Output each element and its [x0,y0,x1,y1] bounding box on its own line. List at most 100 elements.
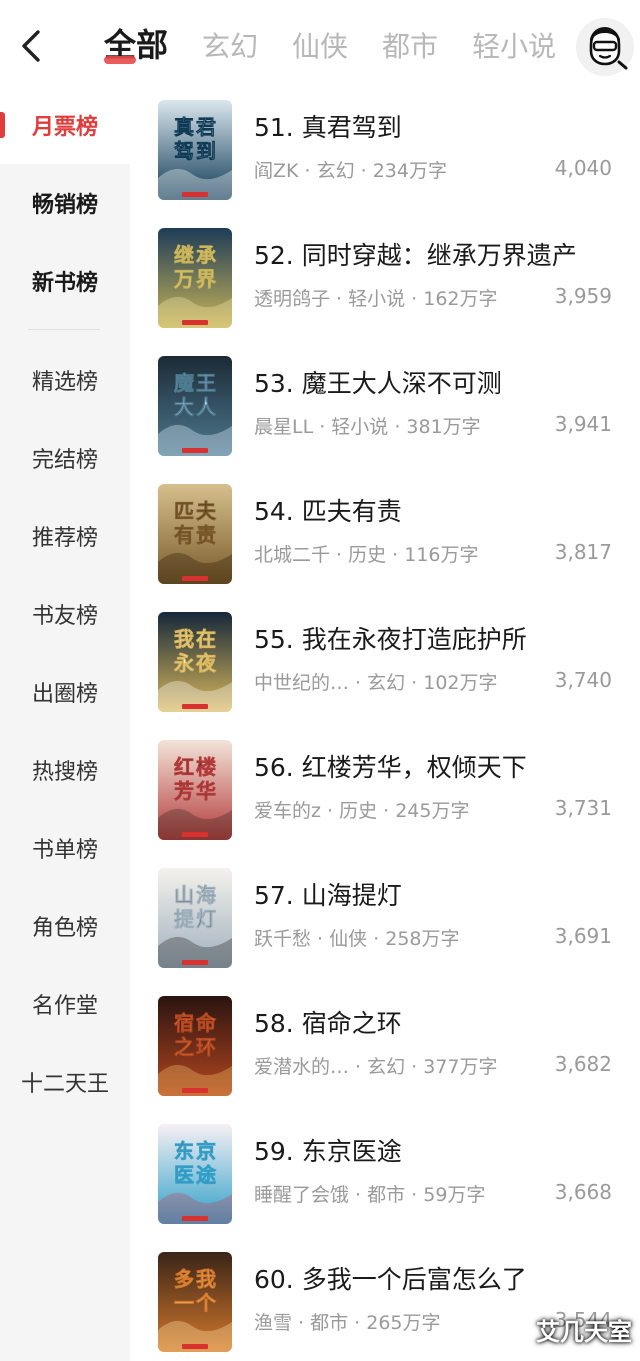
svg-text:命: 命 [196,1011,217,1035]
sidebar-item-label: 精选榜 [31,370,98,395]
svg-text:继: 继 [174,243,194,267]
svg-text:楼: 楼 [196,755,216,779]
tab-qingxiaoshuo[interactable]: 轻小说 [472,24,556,70]
watermark-text: 艾几天室 [536,1318,632,1346]
book-title: 59. 东京医途 [254,1137,402,1166]
svg-text:山: 山 [174,883,194,907]
book-cover[interactable]: 继承万界 [158,228,232,328]
sidebar-item-booklist[interactable]: 书单榜 [0,809,130,887]
book-cover[interactable]: 魔王大人 [158,356,232,456]
svg-text:个: 个 [195,1291,217,1315]
ticket-count: 3,817 [554,540,612,564]
svg-text:真: 真 [174,115,194,139]
tab-all[interactable]: 全部 [104,22,168,68]
book-cover[interactable]: 山海提灯 [158,868,232,968]
svg-text:之: 之 [174,1035,194,1059]
sidebar-item-breakout[interactable]: 出圈榜 [0,653,130,731]
svg-text:到: 到 [196,139,216,163]
svg-text:海: 海 [196,883,216,907]
sidebar-item-label: 十二天王 [20,1072,109,1097]
sidebar-item-completed[interactable]: 完结榜 [0,419,130,497]
sidebar-item-hot-search[interactable]: 热搜榜 [0,731,130,809]
svg-text:驾: 驾 [174,139,194,163]
list-item[interactable]: 我在永夜 55. 我在永夜打造庇护所 中世纪的… · 玄幻 · 102万字 3,… [130,598,640,726]
svg-text:医: 医 [174,1163,194,1187]
book-meta: 阎ZK · 玄幻 · 234万字 [254,160,447,182]
back-button[interactable] [14,24,50,68]
svg-text:魔: 魔 [174,371,194,395]
svg-text:华: 华 [196,779,216,803]
book-title: 52. 同时穿越：继承万界遗产 [254,241,577,270]
top-nav-bar: 全部 玄幻 仙侠 都市 轻小说 [0,0,640,92]
ranking-sidebar: 月票榜 畅销榜 新书榜 精选榜 完结榜 推荐榜 书友榜 出圈榜 热搜榜 书单榜 … [0,86,130,1361]
svg-text:君: 君 [196,115,216,139]
list-item[interactable]: 真君驾到 51. 真君驾到 阎ZK · 玄幻 · 234万字 4,040 [130,86,640,214]
book-cover[interactable]: 多我一个 [158,1252,232,1352]
sidebar-item-label: 名作堂 [31,994,98,1019]
svg-text:夜: 夜 [195,651,217,675]
cover-art: 山海提灯 [158,868,232,968]
svg-text:灯: 灯 [196,907,216,931]
list-item[interactable]: 匹夫有责 54. 匹夫有责 北城二千 · 历史 · 116万字 3,817 [130,470,640,598]
tab-xianxia[interactable]: 仙侠 [292,24,348,70]
book-title: 55. 我在永夜打造庇护所 [254,625,527,654]
svg-text:匹: 匹 [174,499,194,523]
svg-text:一: 一 [174,1291,194,1315]
svg-text:人: 人 [196,395,217,419]
ticket-count: 3,959 [554,284,612,308]
book-cover[interactable]: 真君驾到 [158,100,232,200]
book-title: 53. 魔王大人深不可测 [254,369,502,398]
book-meta: 透明鸽子 · 轻小说 · 162万字 [254,288,498,310]
sidebar-item-monthly-ticket[interactable]: 月票榜 [0,86,130,164]
sidebar-item-label: 推荐榜 [31,526,98,551]
sidebar-item-label: 书单榜 [31,838,98,863]
list-item[interactable]: 继承万界 52. 同时穿越：继承万界遗产 透明鸽子 · 轻小说 · 162万字 … [130,214,640,342]
cover-art: 宿命之环 [158,996,232,1096]
svg-text:承: 承 [196,243,216,267]
book-meta: 睡醒了会饿 · 都市 · 59万字 [254,1184,486,1206]
book-cover[interactable]: 匹夫有责 [158,484,232,584]
tab-dushi[interactable]: 都市 [382,24,438,70]
book-title: 58. 宿命之环 [254,1009,402,1038]
book-cover[interactable]: 我在永夜 [158,612,232,712]
reader-mascot-icon [576,18,634,76]
sidebar-item-selected[interactable]: 精选榜 [0,341,130,419]
book-title: 51. 真君驾到 [254,113,402,142]
book-cover[interactable]: 红楼芳华 [158,740,232,840]
ticket-count: 3,682 [554,1052,612,1076]
book-meta: 跃千愁 · 仙侠 · 258万字 [254,928,460,950]
sidebar-item-twelve-kings[interactable]: 十二天王 [0,1043,130,1121]
svg-text:宿: 宿 [174,1011,194,1035]
book-cover[interactable]: 宿命之环 [158,996,232,1096]
list-item[interactable]: 宿命之环 58. 宿命之环 爱潜水的… · 玄幻 · 377万字 3,682 [130,982,640,1110]
sidebar-item-recommended[interactable]: 推荐榜 [0,497,130,575]
sidebar-item-characters[interactable]: 角色榜 [0,887,130,965]
list-item[interactable]: 魔王大人 53. 魔王大人深不可测 晨星LL · 轻小说 · 381万字 3,9… [130,342,640,470]
ticket-count: 4,040 [554,156,612,180]
sidebar-item-new-books[interactable]: 新书榜 [0,242,130,320]
sidebar-item-hall-of-fame[interactable]: 名作堂 [0,965,130,1043]
sidebar-item-bestseller[interactable]: 畅销榜 [0,164,130,242]
ticket-count: 3,668 [554,1180,612,1204]
sidebar-divider [28,329,100,330]
book-meta: 爱车的z · 历史 · 245万字 [254,800,470,822]
cover-art: 真君驾到 [158,100,232,200]
user-avatar-button[interactable] [576,18,634,76]
list-item[interactable]: 山海提灯 57. 山海提灯 跃千愁 · 仙侠 · 258万字 3,691 [130,854,640,982]
sidebar-item-reader-friends[interactable]: 书友榜 [0,575,130,653]
svg-text:夫: 夫 [196,499,217,523]
sidebar-item-label: 畅销榜 [31,193,98,218]
cover-art: 继承万界 [158,228,232,328]
tab-xuanhuan[interactable]: 玄幻 [202,24,258,70]
list-item[interactable]: 红楼芳华 56. 红楼芳华，权倾天下 爱车的z · 历史 · 245万字 3,7… [130,726,640,854]
book-cover[interactable]: 东京医途 [158,1124,232,1224]
list-item[interactable]: 东京医途 59. 东京医途 睡醒了会饿 · 都市 · 59万字 3,668 [130,1110,640,1238]
svg-text:在: 在 [196,627,216,651]
sidebar-item-label: 新书榜 [31,271,98,296]
svg-text:东: 东 [174,1139,194,1163]
svg-text:大: 大 [174,395,194,419]
svg-text:途: 途 [196,1163,217,1187]
book-meta: 北城二千 · 历史 · 116万字 [254,544,479,566]
ticket-count: 3,740 [554,668,612,692]
svg-text:红: 红 [174,755,194,779]
